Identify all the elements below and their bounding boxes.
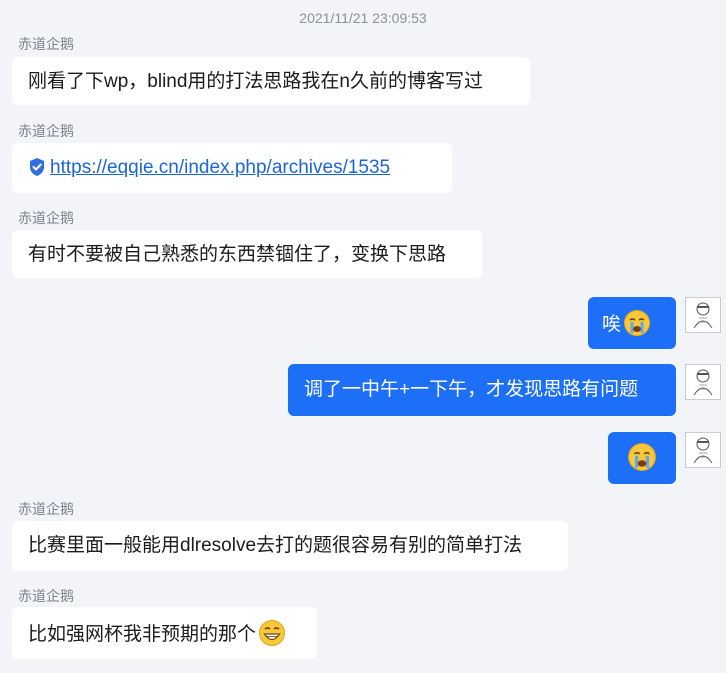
self-avatar[interactable]	[685, 432, 721, 468]
sender-name[interactable]: 赤道企鹅	[18, 34, 74, 54]
sender-name[interactable]: 赤道企鹅	[18, 208, 74, 228]
sender-name[interactable]: 赤道企鹅	[18, 499, 74, 519]
message-bubble-outgoing[interactable]: 调了一中午+一下午，才发现思路有问题	[288, 364, 676, 416]
crying-face-emoji	[623, 309, 651, 344]
message-text: 调了一中午+一下午，才发现思路有问题	[304, 379, 639, 400]
sender-name[interactable]: 赤道企鹅	[18, 121, 74, 141]
message-text: 唉	[602, 314, 622, 335]
message-bubble[interactable]: 有时不要被自己熟悉的东西禁锢住了，变换下思路	[12, 230, 482, 278]
shield-check-icon	[28, 157, 46, 184]
message-text: 有时不要被自己熟悉的东西禁锢住了，变换下思路	[28, 244, 447, 265]
message-text: 刚看了下wp，blind用的打法思路我在n久前的博客写过	[28, 71, 483, 92]
message-bubble-outgoing[interactable]: 唉	[588, 297, 676, 349]
message-text: 比赛里面一般能用dlresolve去打的题很容易有别的简单打法	[28, 535, 523, 556]
message-text: 比如强网杯我非预期的那个	[28, 624, 257, 645]
message-bubble[interactable]: https://eqqie.cn/index.php/archives/1535	[12, 143, 452, 193]
self-avatar[interactable]	[685, 297, 721, 333]
message-bubble-outgoing[interactable]	[608, 432, 676, 484]
sender-name[interactable]: 赤道企鹅	[18, 586, 74, 606]
grinning-face-emoji	[258, 619, 286, 654]
message-link[interactable]: https://eqqie.cn/index.php/archives/1535	[50, 157, 390, 178]
crying-face-emoji	[627, 442, 657, 479]
message-bubble[interactable]: 刚看了下wp，blind用的打法思路我在n久前的博客写过	[12, 57, 530, 105]
chat-timestamp: 2021/11/21 23:09:53	[299, 10, 427, 26]
self-avatar[interactable]	[685, 364, 721, 400]
message-bubble[interactable]: 比如强网杯我非预期的那个	[12, 607, 317, 659]
message-bubble[interactable]: 比赛里面一般能用dlresolve去打的题很容易有别的简单打法	[12, 521, 568, 571]
